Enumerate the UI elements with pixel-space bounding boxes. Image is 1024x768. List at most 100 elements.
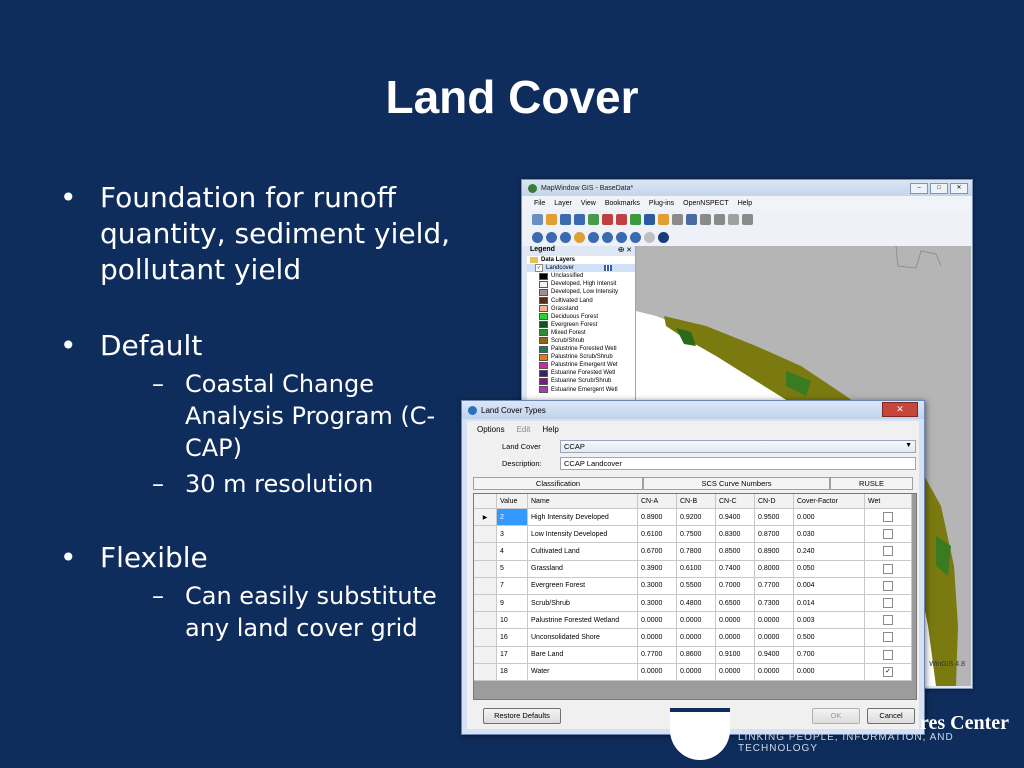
add-layer-icon[interactable] <box>588 213 599 225</box>
cell-cn-b[interactable]: 0.5500 <box>676 577 716 595</box>
wet-checkbox[interactable] <box>883 580 893 591</box>
cell-cn-d[interactable]: 0.8700 <box>754 525 794 544</box>
menu-item-layer[interactable]: Layer <box>554 200 572 207</box>
select-icon[interactable] <box>658 213 669 225</box>
row-header[interactable] <box>474 577 497 595</box>
row-header[interactable] <box>474 594 497 613</box>
menu-item-view[interactable]: View <box>581 200 596 207</box>
wet-checkbox[interactable]: ✓ <box>883 666 893 677</box>
cell-cn-a[interactable]: 0.3000 <box>637 577 677 595</box>
cell-wet[interactable] <box>864 628 912 647</box>
cell-cover-factor[interactable]: 0.030 <box>793 525 865 544</box>
cell-cn-c[interactable]: 0.9400 <box>715 508 755 527</box>
cell-name[interactable]: Scrub/Shrub <box>527 594 638 613</box>
cell-value[interactable]: 5 <box>496 560 528 578</box>
col-name[interactable]: Name <box>527 494 638 509</box>
col-cn-d[interactable]: CN-D <box>754 494 794 509</box>
pan-icon[interactable] <box>644 213 655 225</box>
col-value[interactable]: Value <box>496 494 528 509</box>
layer-properties-icon[interactable] <box>728 213 739 225</box>
dialog-menu-options[interactable]: Options <box>477 425 505 434</box>
filter-icon[interactable] <box>714 213 725 225</box>
cell-cn-d[interactable]: 0.8000 <box>754 560 794 578</box>
table-row[interactable]: 7 Evergreen Forest 0.3000 0.5500 0.7000 0.770… <box>474 577 912 595</box>
wet-checkbox[interactable] <box>883 632 893 643</box>
cell-cn-a[interactable]: 0.6700 <box>637 542 677 561</box>
cell-cn-c[interactable]: 0.9100 <box>715 646 755 664</box>
cell-cn-a[interactable]: 0.6100 <box>637 525 677 544</box>
cell-cover-factor[interactable]: 0.014 <box>793 594 865 613</box>
cell-cn-d[interactable]: 0.7300 <box>754 594 794 613</box>
cell-cn-d[interactable]: 0.8900 <box>754 542 794 561</box>
table-row[interactable]: 10 Palustrine Forested Wetland 0.0000 0.000… <box>474 611 912 630</box>
cell-wet[interactable] <box>864 508 912 527</box>
table-icon[interactable] <box>742 213 753 225</box>
cell-value[interactable]: 4 <box>496 542 528 561</box>
cell-cn-d[interactable]: 0.0000 <box>754 628 794 647</box>
zoom-extent-icon[interactable] <box>560 231 571 243</box>
cell-value[interactable]: 7 <box>496 577 528 595</box>
cell-wet[interactable] <box>864 594 912 613</box>
description-field[interactable]: CCAP Landcover <box>560 457 916 470</box>
cell-cover-factor[interactable]: 0.004 <box>793 577 865 595</box>
row-header[interactable]: ▶ <box>474 508 497 527</box>
cell-cn-a[interactable]: 0.0000 <box>637 611 677 630</box>
restore-defaults-button[interactable]: Restore Defaults <box>483 708 561 724</box>
menu-item-help[interactable]: Help <box>738 200 752 207</box>
col-cn-c[interactable]: CN-C <box>715 494 755 509</box>
table-row[interactable]: ▶ 2 High Intensity Developed 0.8900 0.9200 0.… <box>474 508 912 527</box>
menu-item-opennspect[interactable]: OpenNSPECT <box>683 200 729 207</box>
cell-cover-factor[interactable]: 0.240 <box>793 542 865 561</box>
row-header[interactable] <box>474 525 497 544</box>
zoom-layer-icon[interactable] <box>602 231 613 243</box>
identify-icon[interactable] <box>686 213 697 225</box>
table-row[interactable]: 16 Unconsolidated Shore 0.0000 0.0000 0.0000… <box>474 628 912 647</box>
open-icon[interactable] <box>546 213 557 225</box>
cell-cn-d[interactable]: 0.0000 <box>754 611 794 630</box>
cell-cover-factor[interactable]: 0.500 <box>793 628 865 647</box>
wet-checkbox[interactable] <box>883 512 893 523</box>
menu-item-plug-ins[interactable]: Plug-ins <box>649 200 674 207</box>
cell-name[interactable]: Palustrine Forested Wetland <box>527 611 638 630</box>
plugin-icon[interactable] <box>644 231 655 243</box>
cell-name[interactable]: Unconsolidated Shore <box>527 628 638 647</box>
row-header[interactable] <box>474 560 497 578</box>
cell-value[interactable]: 10 <box>496 611 528 630</box>
minimize-button[interactable]: – <box>910 183 928 194</box>
cell-cn-c[interactable]: 0.0000 <box>715 628 755 647</box>
menu-item-bookmarks[interactable]: Bookmarks <box>605 200 640 207</box>
print-icon[interactable] <box>574 213 585 225</box>
land-cover-select[interactable]: CCAP ▼ <box>560 440 916 453</box>
cell-cn-a[interactable]: 0.8900 <box>637 508 677 527</box>
cell-cn-d[interactable]: 0.9400 <box>754 646 794 664</box>
cell-cn-b[interactable]: 0.0000 <box>676 628 716 647</box>
new-project-icon[interactable] <box>532 213 543 225</box>
table-row[interactable]: 17 Bare Land 0.7700 0.8600 0.9100 0.9400 0.700 <box>474 646 912 664</box>
table-row[interactable]: 4 Cultivated Land 0.6700 0.7800 0.8500 0.8900… <box>474 542 912 561</box>
zoom-in-icon[interactable] <box>532 231 543 243</box>
cell-cn-d[interactable]: 0.9500 <box>754 508 794 527</box>
table-row[interactable]: 18 Water 0.0000 0.0000 0.0000 0.0000 0.000 ✓ <box>474 663 912 681</box>
symbology-icon[interactable] <box>630 213 641 225</box>
cell-cn-a[interactable]: 0.7700 <box>637 646 677 664</box>
cell-value[interactable]: 2 <box>496 508 528 527</box>
wet-checkbox[interactable] <box>883 598 893 609</box>
row-header[interactable] <box>474 611 497 630</box>
legend-pin-close-icon[interactable]: ⴲ ✕ <box>618 246 632 256</box>
cell-cn-c[interactable]: 0.0000 <box>715 611 755 630</box>
wet-checkbox[interactable] <box>883 546 893 557</box>
zoom-selected-icon[interactable] <box>616 231 627 243</box>
cell-value[interactable]: 18 <box>496 663 528 681</box>
cell-cn-b[interactable]: 0.4800 <box>676 594 716 613</box>
chevron-down-icon[interactable]: ▼ <box>905 442 912 449</box>
col-cn-a[interactable]: CN-A <box>637 494 677 509</box>
row-header[interactable] <box>474 663 497 681</box>
zoom-next-icon[interactable] <box>588 231 599 243</box>
wet-checkbox[interactable] <box>883 615 893 626</box>
cell-cn-a[interactable]: 0.0000 <box>637 628 677 647</box>
row-header[interactable] <box>474 646 497 664</box>
cell-cover-factor[interactable]: 0.000 <box>793 508 865 527</box>
table-row[interactable]: 3 Low Intensity Developed 0.6100 0.7500 0.83… <box>474 525 912 544</box>
dialog-menu-edit[interactable]: Edit <box>517 425 531 434</box>
cell-cn-b[interactable]: 0.0000 <box>676 611 716 630</box>
